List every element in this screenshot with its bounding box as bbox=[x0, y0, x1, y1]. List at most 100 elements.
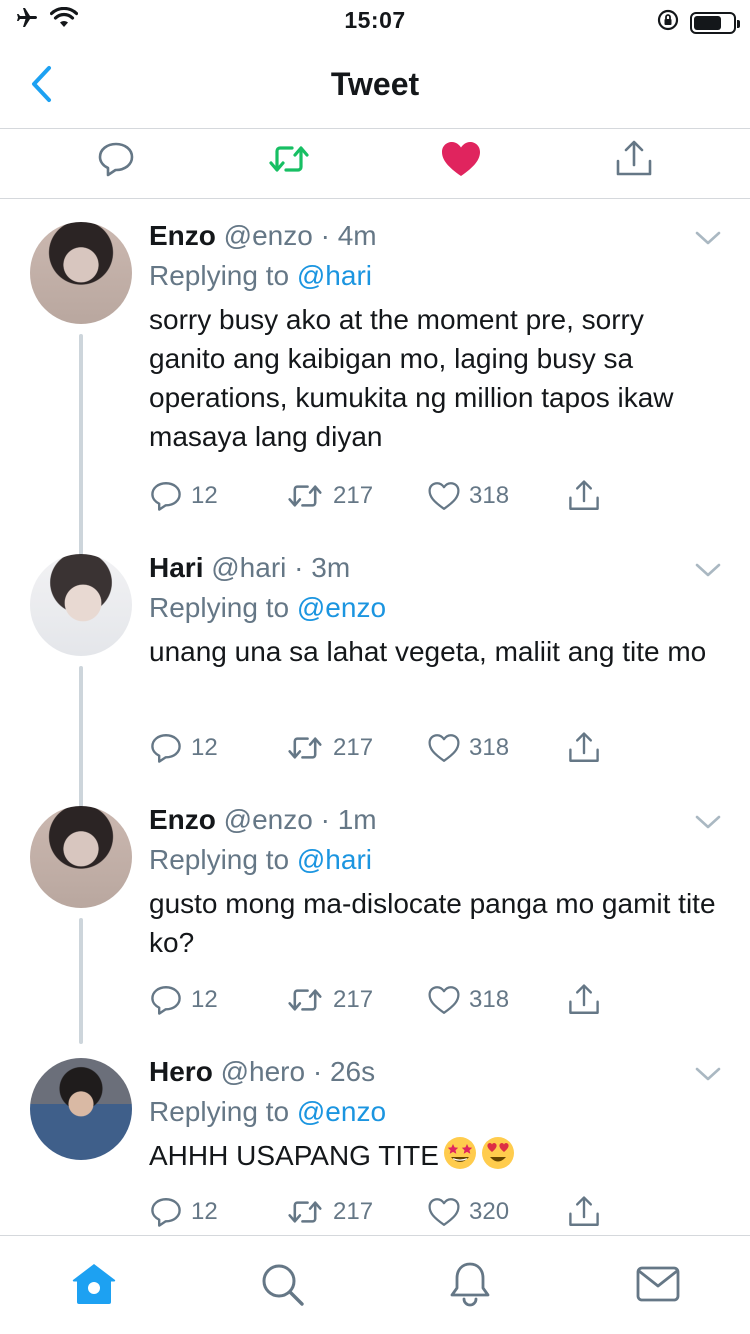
tweet[interactable]: Enzo @enzo · 4m Replying to @hari sorry … bbox=[0, 220, 750, 652]
tweet-text: gusto mong ma-dislocate panga mo gamit t… bbox=[149, 884, 719, 962]
share-icon bbox=[569, 984, 599, 1014]
retweet-count: 217 bbox=[333, 734, 374, 761]
avatar[interactable] bbox=[30, 806, 132, 908]
replying-to: Replying to @hari bbox=[149, 844, 372, 876]
reply-button[interactable]: 12 bbox=[149, 728, 218, 768]
tweet-timestamp[interactable]: 1m bbox=[338, 804, 377, 835]
reply-count: 12 bbox=[191, 986, 218, 1013]
like-button[interactable]: 318 bbox=[427, 476, 509, 516]
page-title: Tweet bbox=[330, 66, 420, 102]
author-handle[interactable]: @enzo bbox=[224, 804, 313, 835]
avatar[interactable] bbox=[30, 1058, 132, 1160]
author-handle[interactable]: @hari bbox=[211, 552, 286, 583]
replying-to-label: Replying to bbox=[149, 844, 297, 875]
tweet-text-content: gusto mong ma-dislocate panga mo gamit t… bbox=[149, 888, 716, 958]
tweet-timestamp[interactable]: 26s bbox=[330, 1056, 375, 1087]
share-icon bbox=[569, 1196, 599, 1226]
reply-button[interactable]: 12 bbox=[149, 980, 218, 1020]
tab-home[interactable] bbox=[70, 1260, 118, 1308]
retweet-button[interactable] bbox=[265, 135, 313, 183]
like-count: 318 bbox=[469, 482, 510, 509]
reply-icon bbox=[151, 1198, 181, 1227]
retweet-button[interactable]: 217 bbox=[285, 728, 373, 768]
thread-line bbox=[79, 918, 83, 1044]
share-button[interactable] bbox=[610, 135, 658, 183]
reply-button[interactable] bbox=[92, 135, 140, 183]
share-button[interactable] bbox=[567, 476, 601, 516]
tweet-timestamp[interactable]: 4m bbox=[338, 220, 377, 251]
reply-to-handle[interactable]: @enzo bbox=[297, 1096, 386, 1127]
tweet-actions: 12 217 318 bbox=[149, 476, 609, 516]
tweet-menu-button[interactable] bbox=[690, 804, 726, 840]
share-icon bbox=[616, 140, 652, 176]
tweet-text: AHHH USAPANG TITE bbox=[149, 1136, 719, 1175]
retweet-button[interactable]: 217 bbox=[285, 1192, 373, 1232]
retweet-button[interactable]: 217 bbox=[285, 476, 373, 516]
author-handle[interactable]: @hero bbox=[221, 1056, 305, 1087]
home-icon bbox=[72, 1264, 116, 1304]
retweet-icon bbox=[288, 989, 322, 1011]
avatar[interactable] bbox=[30, 554, 132, 656]
battery-icon bbox=[690, 11, 740, 34]
tweet-menu-button[interactable] bbox=[690, 1056, 726, 1092]
reply-button[interactable]: 12 bbox=[149, 476, 218, 516]
like-icon bbox=[442, 142, 480, 176]
like-button[interactable]: 318 bbox=[427, 728, 509, 768]
tweet[interactable]: Enzo @enzo · 1m Replying to @hari gusto … bbox=[0, 804, 750, 1044]
like-button[interactable]: 318 bbox=[427, 980, 509, 1020]
retweet-icon bbox=[288, 485, 322, 507]
avatar[interactable] bbox=[30, 222, 132, 324]
retweet-icon bbox=[288, 737, 322, 759]
tab-messages[interactable] bbox=[634, 1260, 682, 1308]
reply-icon bbox=[151, 482, 181, 511]
author-handle[interactable]: @enzo bbox=[224, 220, 313, 251]
tweet-text-content: AHHH USAPANG TITE bbox=[149, 1140, 439, 1171]
tab-bar bbox=[0, 1235, 750, 1334]
main-tweet-actions bbox=[0, 129, 750, 199]
like-icon bbox=[428, 482, 460, 510]
tweet-timestamp[interactable]: 3m bbox=[311, 552, 350, 583]
status-bar: 15:07 bbox=[0, 0, 750, 40]
author-name[interactable]: Hari bbox=[149, 552, 203, 583]
reply-icon bbox=[151, 734, 181, 763]
tab-notifications[interactable] bbox=[446, 1260, 494, 1308]
like-count: 318 bbox=[469, 734, 510, 761]
reply-count: 12 bbox=[191, 482, 218, 509]
tab-search[interactable] bbox=[258, 1260, 306, 1308]
meta-separator: · bbox=[312, 220, 338, 251]
tweet-actions: 12 217 320 bbox=[149, 1192, 609, 1232]
retweet-count: 217 bbox=[333, 482, 374, 509]
tweet[interactable]: Hari @hari · 3m Replying to @enzo unang … bbox=[0, 552, 750, 830]
tweet-text: sorry busy ako at the moment pre, sorry … bbox=[149, 300, 719, 456]
author-name[interactable]: Enzo bbox=[149, 220, 216, 251]
like-icon bbox=[428, 1198, 460, 1226]
meta-separator: · bbox=[305, 1056, 330, 1087]
reply-to-handle[interactable]: @hari bbox=[297, 260, 372, 291]
replying-to: Replying to @enzo bbox=[149, 1096, 386, 1128]
author-name[interactable]: Hero bbox=[149, 1056, 213, 1087]
share-button[interactable] bbox=[567, 1192, 601, 1232]
share-button[interactable] bbox=[567, 728, 601, 768]
reply-to-handle[interactable]: @enzo bbox=[297, 592, 386, 623]
retweet-button[interactable]: 217 bbox=[285, 980, 373, 1020]
tweet[interactable]: Hero @hero · 26s Replying to @enzo AHHH … bbox=[0, 1056, 750, 1242]
author-name[interactable]: Enzo bbox=[149, 804, 216, 835]
reply-icon bbox=[151, 986, 181, 1015]
chevron-down-icon bbox=[695, 231, 721, 245]
tweet-text-content: sorry busy ako at the moment pre, sorry … bbox=[149, 304, 674, 452]
replying-to-label: Replying to bbox=[149, 1096, 297, 1127]
tweet-actions: 12 217 318 bbox=[149, 980, 609, 1020]
replying-to-label: Replying to bbox=[149, 260, 297, 291]
share-button[interactable] bbox=[567, 980, 601, 1020]
like-count: 320 bbox=[469, 1198, 510, 1225]
reply-to-handle[interactable]: @hari bbox=[297, 844, 372, 875]
reply-button[interactable]: 12 bbox=[149, 1192, 218, 1232]
tweet-header: Hari @hari · 3m bbox=[149, 552, 350, 584]
tweet-menu-button[interactable] bbox=[690, 552, 726, 588]
like-icon bbox=[428, 734, 460, 762]
chevron-down-icon bbox=[695, 1067, 721, 1081]
tweet-header: Hero @hero · 26s bbox=[149, 1056, 375, 1088]
like-button[interactable] bbox=[437, 135, 485, 183]
like-button[interactable]: 320 bbox=[427, 1192, 509, 1232]
tweet-menu-button[interactable] bbox=[690, 220, 726, 256]
